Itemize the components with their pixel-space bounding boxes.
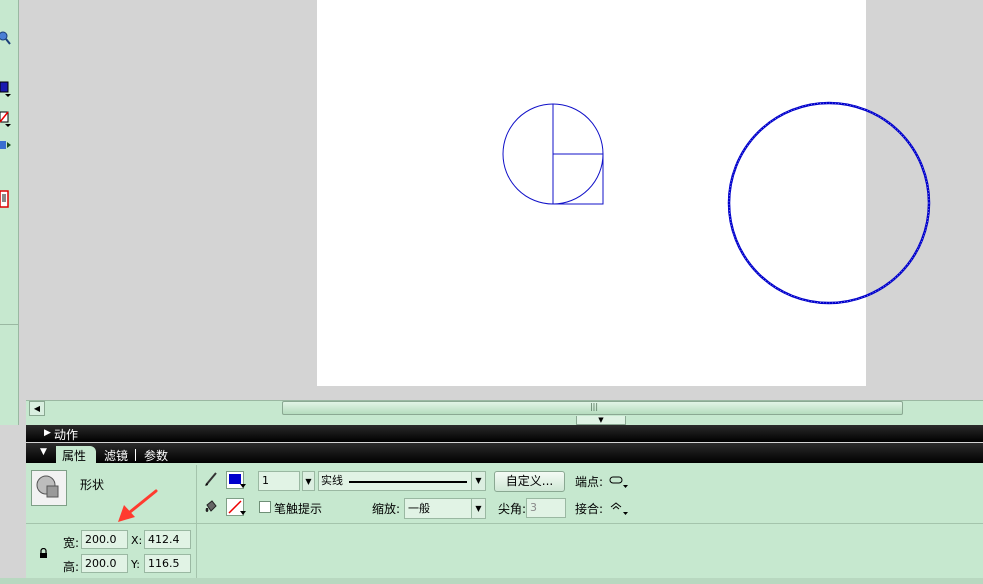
expand-arrow-icon[interactable]: ▶ <box>44 428 51 438</box>
miter-input[interactable]: 3 <box>526 498 566 518</box>
stroke-hint-label[interactable]: 笔触提示 <box>274 500 322 517</box>
stroke-style-value: 实线 <box>321 474 343 487</box>
actions-panel-title[interactable]: 动作 <box>54 426 78 443</box>
scale-label: 缩放: <box>372 502 401 516</box>
shape-thumbnail-icon <box>31 470 67 506</box>
y-label: Y: <box>131 558 140 571</box>
join-style-icon[interactable] <box>609 500 629 516</box>
small-circle-shape[interactable] <box>502 103 604 205</box>
scrollbar-grip-icon: ||| <box>589 402 599 411</box>
panel-divider <box>196 465 197 523</box>
paint-bucket-icon <box>205 500 217 512</box>
panel-divider <box>26 523 983 524</box>
scale-dropdown-icon[interactable]: ▼ <box>471 499 485 518</box>
custom-stroke-button[interactable]: 自定义... <box>494 471 565 492</box>
y-input[interactable]: 116.5 <box>144 554 191 573</box>
width-label: 宽: <box>63 536 80 550</box>
tab-divider <box>135 449 136 461</box>
stroke-style-select[interactable]: 实线 ▼ <box>318 471 486 491</box>
height-input[interactable]: 200.0 <box>81 554 128 573</box>
x-label: X: <box>131 534 143 547</box>
stroke-hint-checkbox[interactable] <box>259 501 271 513</box>
canvas-shapes <box>502 101 931 305</box>
collapse-panel-icon[interactable]: ▼ <box>576 416 626 425</box>
scale-select[interactable]: 一般 ▼ <box>404 498 486 519</box>
annotation-arrow-icon <box>118 489 158 522</box>
pencil-icon <box>205 472 217 486</box>
swatch-dropdown-icon <box>240 484 246 488</box>
stroke-height-input[interactable]: 1 <box>258 471 300 491</box>
selection-type-label: 形状 <box>80 478 105 492</box>
join-label: 接合: <box>575 502 604 516</box>
height-label: 高: <box>63 560 80 574</box>
cap-label: 端点: <box>575 475 604 489</box>
miter-label: 尖角: <box>498 502 527 516</box>
width-input[interactable]: 200.0 <box>81 530 128 549</box>
x-input[interactable]: 412.4 <box>144 530 191 549</box>
swatch-dropdown-icon <box>240 511 246 515</box>
selected-large-circle[interactable] <box>727 101 931 305</box>
actions-panel-header[interactable] <box>26 425 983 442</box>
scroll-left-arrow-icon[interactable]: ◀ <box>29 401 45 416</box>
tab-parameters[interactable]: 参数 <box>144 447 168 464</box>
cap-style-icon[interactable] <box>609 474 629 488</box>
tab-filters[interactable]: 滤镜 <box>104 447 128 464</box>
lock-icon[interactable] <box>39 548 48 559</box>
status-strip <box>0 578 983 584</box>
tab-properties-label[interactable]: 属性 <box>62 447 86 464</box>
collapse-arrow-icon[interactable]: ▼ <box>40 447 47 457</box>
scale-value: 一般 <box>408 502 430 515</box>
panel-divider <box>196 524 197 579</box>
panel-splitter[interactable] <box>26 416 983 425</box>
stroke-height-dropdown-icon[interactable]: ▼ <box>302 471 315 491</box>
stroke-style-dropdown-icon[interactable]: ▼ <box>471 472 485 490</box>
properties-panel-header <box>26 443 983 463</box>
stroke-preview-line <box>349 481 467 483</box>
